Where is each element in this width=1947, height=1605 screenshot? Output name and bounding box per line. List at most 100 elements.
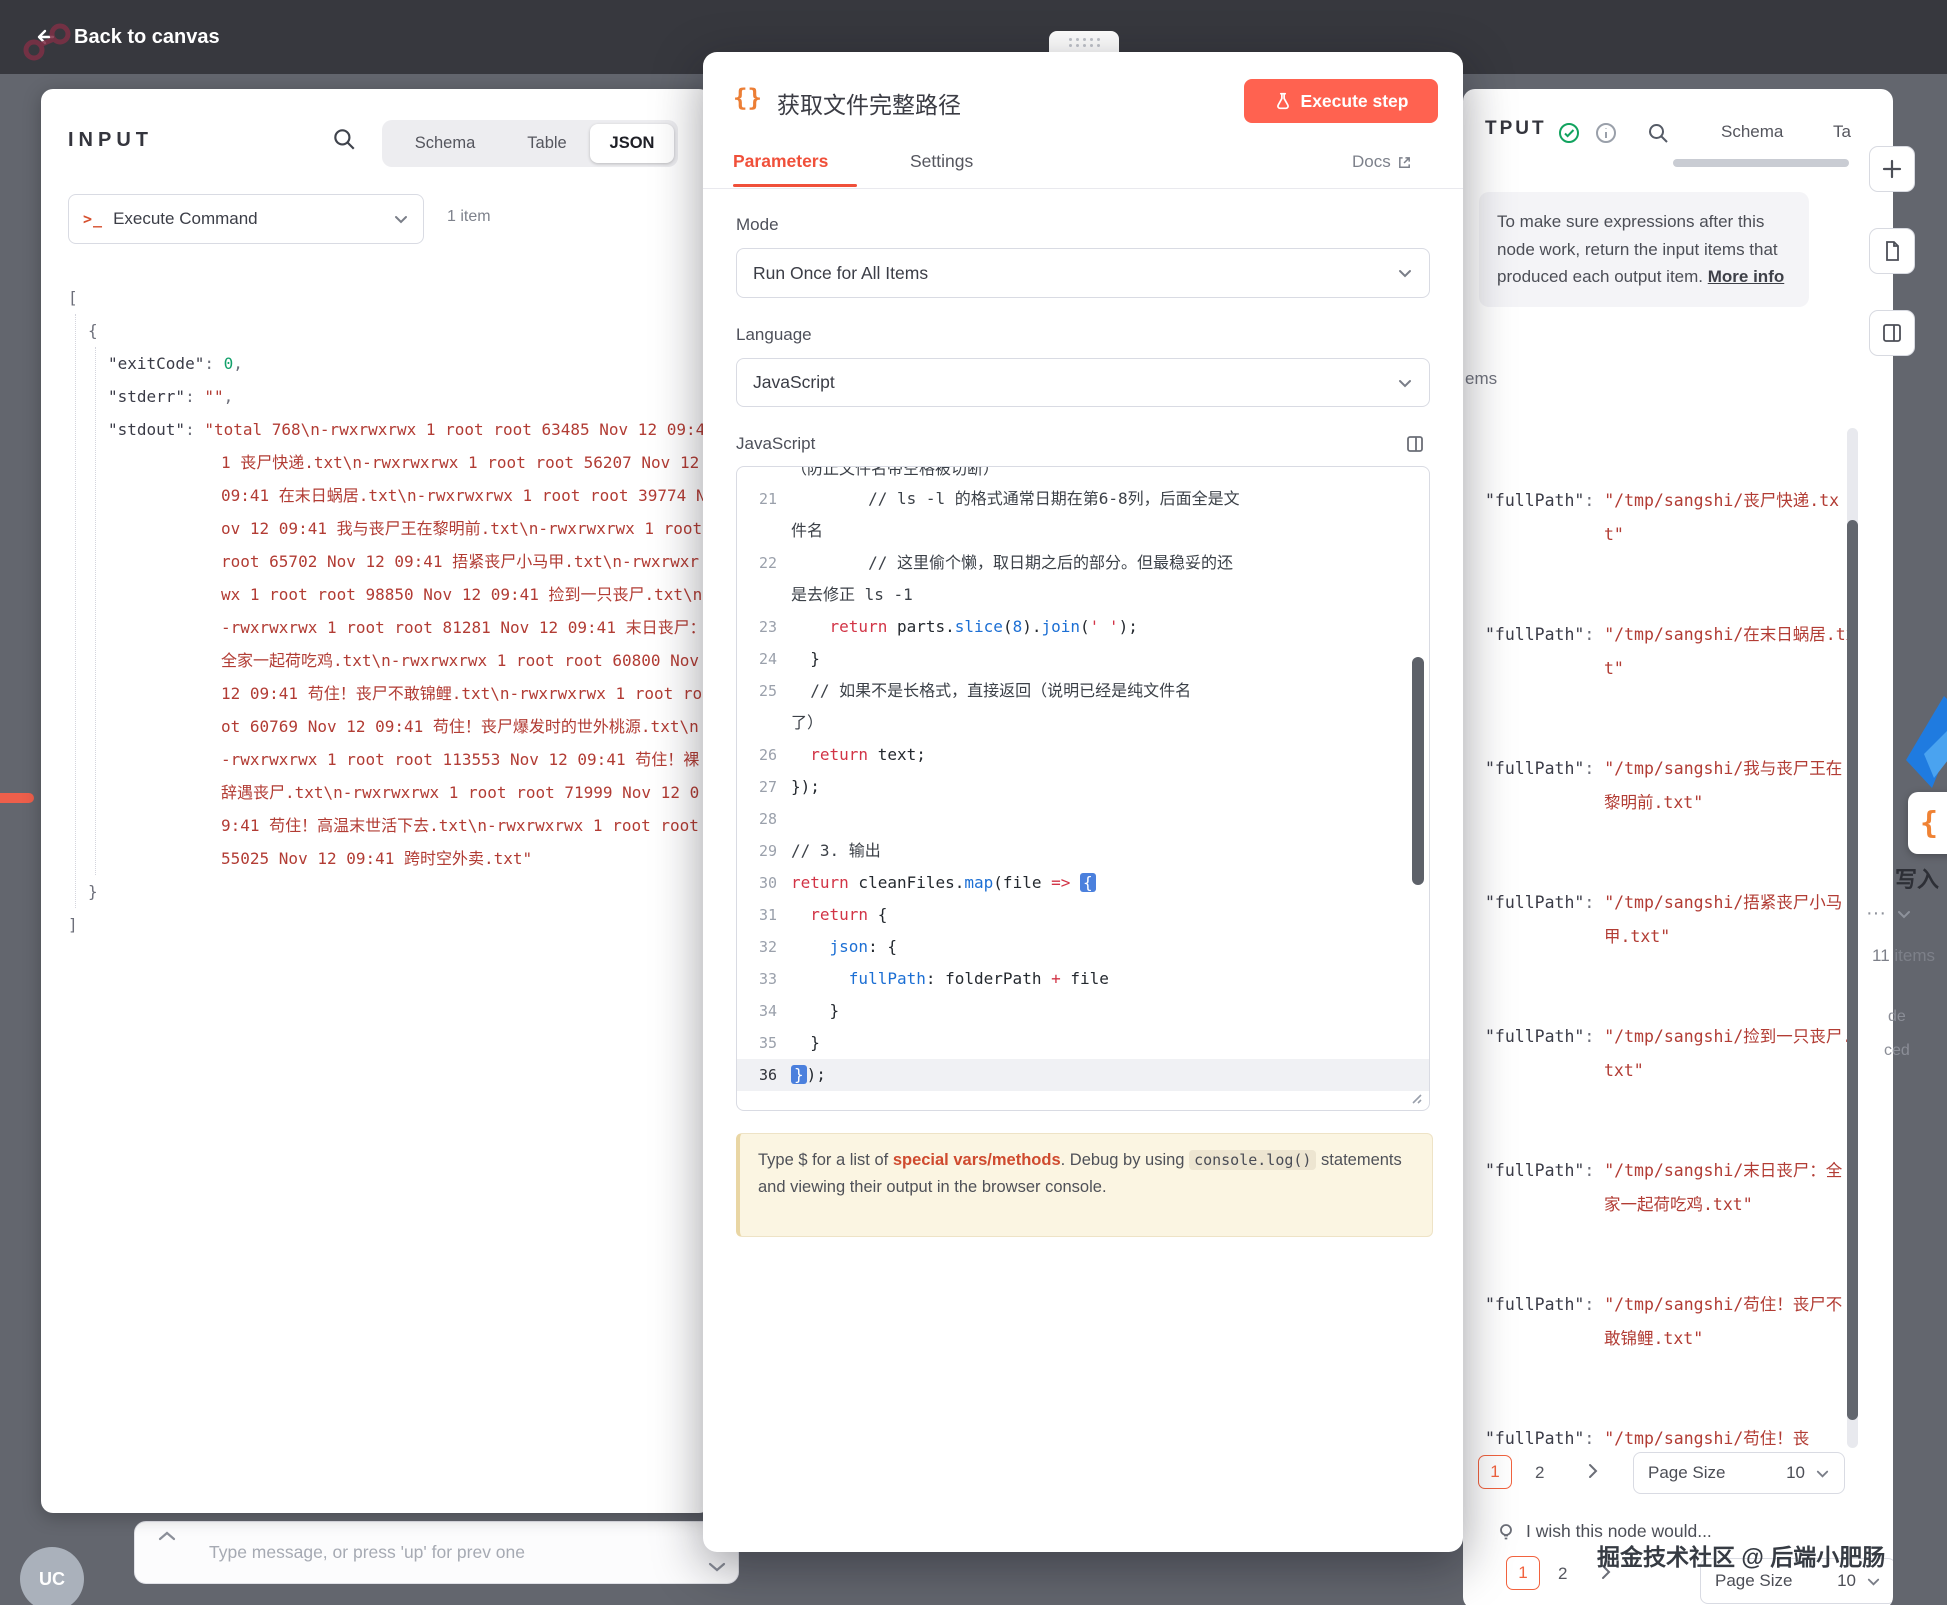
back-to-canvas-link[interactable]: Back to canvas <box>74 26 220 49</box>
json-row[interactable]: "stderr": "", <box>108 380 708 413</box>
output-tab-schema[interactable]: Schema <box>1721 122 1783 142</box>
app-root: Back to canvas INPUT Schema Table JSON >… <box>0 0 1947 1605</box>
mode-select[interactable]: Run Once for All Items <box>736 248 1430 298</box>
node-options[interactable]: ··· <box>1866 902 1912 925</box>
editor-resize-icon[interactable] <box>1407 1089 1423 1105</box>
code-line[interactable]: 了） <box>737 707 1429 739</box>
modal-drag-handle[interactable] <box>1049 31 1119 53</box>
code-line[interactable]: 21 // ls -l 的格式通常日期在第6-8列，后面全是文 <box>737 483 1429 515</box>
code-line[interactable]: 件名 <box>737 515 1429 547</box>
info-icon[interactable] <box>1594 121 1618 145</box>
output-callout: To make sure expressions after this node… <box>1479 192 1809 307</box>
output-json-rows: "fullPath": "/tmp/sangshi/丧尸快递.txt" "full… <box>1485 484 1857 1456</box>
node-title[interactable]: 获取文件完整路径 <box>777 86 961 120</box>
code-line[interactable]: 33 fullPath: folderPath + file <box>737 963 1429 995</box>
code-line[interactable]: 28 <box>737 803 1429 835</box>
input-item-count: 1 item <box>447 208 491 226</box>
tab-table[interactable]: Table <box>504 124 590 163</box>
chevron-down-icon[interactable] <box>706 1558 728 1576</box>
hint-text: . Debug by using <box>1061 1151 1189 1169</box>
code-line[interactable]: 34 } <box>737 995 1429 1027</box>
chevron-up-icon[interactable] <box>156 1528 178 1544</box>
code-line[interactable]: （防止文件名带空格被切断） <box>737 467 1429 483</box>
code-line[interactable]: 36}); <box>737 1059 1429 1091</box>
add-button[interactable] <box>1869 146 1915 192</box>
editor-hint: Type $ for a list of special vars/method… <box>736 1133 1433 1237</box>
input-panel-title: INPUT <box>68 129 153 152</box>
chevron-down-icon <box>1397 265 1413 281</box>
code-line[interactable]: 29// 3. 输出 <box>737 835 1429 867</box>
output-row[interactable]: "fullPath": "/tmp/sangshi/苟住！丧 <box>1485 1422 1857 1456</box>
ellipsis-icon: ··· <box>1866 902 1886 925</box>
code-line[interactable]: 22 // 这里偷个懒，取日期之后的部分。但最稳妥的还 <box>737 547 1429 579</box>
docs-link[interactable]: Docs <box>1352 152 1412 172</box>
split-panel-icon <box>1881 322 1903 344</box>
editor-label: JavaScript <box>736 434 815 454</box>
output-row[interactable]: "fullPath": "/tmp/sangshi/丧尸快递.txt" <box>1485 484 1857 551</box>
page-1-button[interactable]: 1 <box>1478 1455 1512 1489</box>
code-line[interactable]: 是去修正 ls -1 <box>737 579 1429 611</box>
json-row[interactable]: "exitCode": 0, <box>108 347 708 380</box>
json-row[interactable]: "stdout": "total 768\n-rwxrwxrwx 1 root … <box>108 413 708 875</box>
code-line[interactable]: 25 // 如果不是长格式，直接返回（说明已经是纯文件名 <box>737 675 1429 707</box>
editor-scrollbar-thumb[interactable] <box>1412 657 1424 885</box>
code-line[interactable]: 31 return { <box>737 899 1429 931</box>
more-info-link[interactable]: More info <box>1708 267 1785 286</box>
page-size-select[interactable]: Page Size 10 <box>1633 1452 1845 1494</box>
chevron-down-icon <box>1397 375 1413 391</box>
page-2-button[interactable]: 2 <box>1558 1564 1567 1584</box>
page-1-button[interactable]: 1 <box>1506 1556 1540 1590</box>
page-size-value: 10 <box>1786 1463 1805 1483</box>
write-node-card[interactable]: { <box>1908 792 1947 854</box>
document-button[interactable] <box>1869 228 1915 274</box>
input-json-rows: "exitCode": 0,"stderr": "","stdout": "to… <box>95 347 708 875</box>
code-line[interactable]: 23 return parts.slice(8).join(' '); <box>737 611 1429 643</box>
output-row[interactable]: "fullPath": "/tmp/sangshi/捡到一只丧尸.txt" <box>1485 1020 1857 1087</box>
code-line[interactable]: 27}); <box>737 771 1429 803</box>
hint-code: console.log() <box>1189 1150 1316 1170</box>
page-size-label: Page Size <box>1715 1571 1793 1591</box>
execute-step-button[interactable]: Execute step <box>1244 79 1438 123</box>
lightbulb-icon <box>1496 1522 1516 1542</box>
code-line[interactable]: 26 return text; <box>737 739 1429 771</box>
code-line[interactable]: 24 } <box>737 643 1429 675</box>
expand-editor-icon[interactable] <box>1405 434 1425 454</box>
code-editor[interactable]: （防止文件名带空格被切断）21 // ls -l 的格式通常日期在第6-8列，后… <box>736 466 1430 1111</box>
tab-schema[interactable]: Schema <box>386 124 504 163</box>
scrollbar-thumb[interactable] <box>1847 520 1858 1420</box>
json-bracket-close: ] <box>68 908 708 941</box>
search-icon[interactable] <box>331 126 357 152</box>
output-row[interactable]: "fullPath": "/tmp/sangshi/末日丧尸：全家一起荷吃鸡.t… <box>1485 1154 1857 1221</box>
input-source-select[interactable]: >_ Execute Command <box>68 194 424 244</box>
input-json-view: [ { "exitCode": 0,"stderr": "","stdout":… <box>68 281 708 941</box>
page-2-button[interactable]: 2 <box>1535 1463 1544 1483</box>
flask-icon <box>1274 92 1292 110</box>
clipped-text: ced <box>1884 1042 1910 1060</box>
page-size-value: 10 <box>1837 1571 1856 1591</box>
chevron-down-icon <box>1896 906 1912 922</box>
output-row[interactable]: "fullPath": "/tmp/sangshi/捂紧丧尸小马甲.txt" <box>1485 886 1857 953</box>
output-panel: TPUT Schema Ta To make sure expressions … <box>1463 89 1893 1605</box>
execute-step-label: Execute step <box>1301 91 1409 112</box>
next-page-icon[interactable] <box>1583 1461 1603 1481</box>
output-row[interactable]: "fullPath": "/tmp/sangshi/苟住！丧尸不敢锦鲤.txt" <box>1485 1288 1857 1355</box>
search-icon[interactable] <box>1646 121 1670 145</box>
code-line[interactable]: 32 json: { <box>737 931 1429 963</box>
output-tab-table[interactable]: Ta <box>1833 122 1851 142</box>
output-panel-title: TPUT <box>1485 118 1547 140</box>
split-view-button[interactable] <box>1869 310 1915 356</box>
tab-json[interactable]: JSON <box>590 124 674 163</box>
avatar[interactable]: UC <box>20 1547 84 1605</box>
horizontal-scrollbar[interactable] <box>1673 159 1849 167</box>
tab-settings[interactable]: Settings <box>910 151 973 172</box>
language-select[interactable]: JavaScript <box>736 358 1430 407</box>
code-line[interactable]: 35 } <box>737 1027 1429 1059</box>
output-row[interactable]: "fullPath": "/tmp/sangshi/在末日蜗居.txt" <box>1485 618 1857 685</box>
code-line[interactable]: 30return cleanFiles.map(file => { <box>737 867 1429 899</box>
hint-emphasis: special vars/methods <box>893 1151 1061 1169</box>
chat-input[interactable] <box>207 1541 718 1564</box>
tab-parameters[interactable]: Parameters <box>733 151 828 172</box>
json-bracket-open: [ <box>68 281 708 314</box>
output-row[interactable]: "fullPath": "/tmp/sangshi/我与丧尸王在黎明前.txt" <box>1485 752 1857 819</box>
input-panel: INPUT Schema Table JSON >_ Execute Comma… <box>41 89 711 1513</box>
